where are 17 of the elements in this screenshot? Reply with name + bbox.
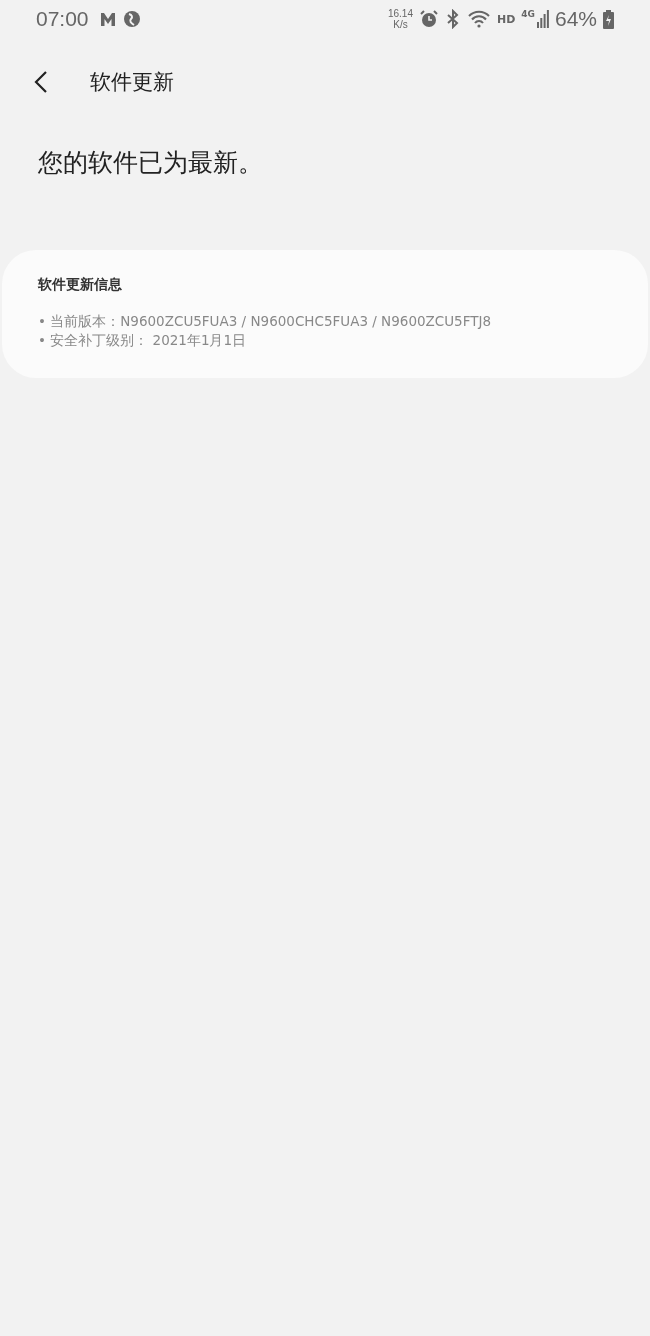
battery-icon: [603, 9, 614, 29]
network-label: 4G: [521, 9, 535, 19]
speed-unit: K/s: [393, 19, 408, 30]
status-time: 07:00: [36, 7, 89, 31]
signal-icon: [536, 10, 549, 28]
mail-icon: [98, 10, 117, 28]
wifi-icon: [466, 9, 491, 29]
info-line: • 当前版本：N9600ZCU5FUA3 / N9600CHC5FUA3 / N9600ZCU5FTJ8: [38, 312, 493, 331]
hd-label: HD: [496, 12, 516, 26]
page-title: 软件更新: [90, 69, 174, 96]
battery-percent: 64%: [554, 7, 597, 31]
info-line: • 安全补丁级别： 2021年1月1日: [38, 331, 248, 350]
globe-icon: [122, 10, 141, 28]
speed-value: 16.14: [387, 8, 413, 19]
status-message: 您的软件已为最新。: [37, 147, 264, 179]
alarm-icon: [418, 9, 439, 29]
card-title: 软件更新信息: [38, 276, 123, 294]
